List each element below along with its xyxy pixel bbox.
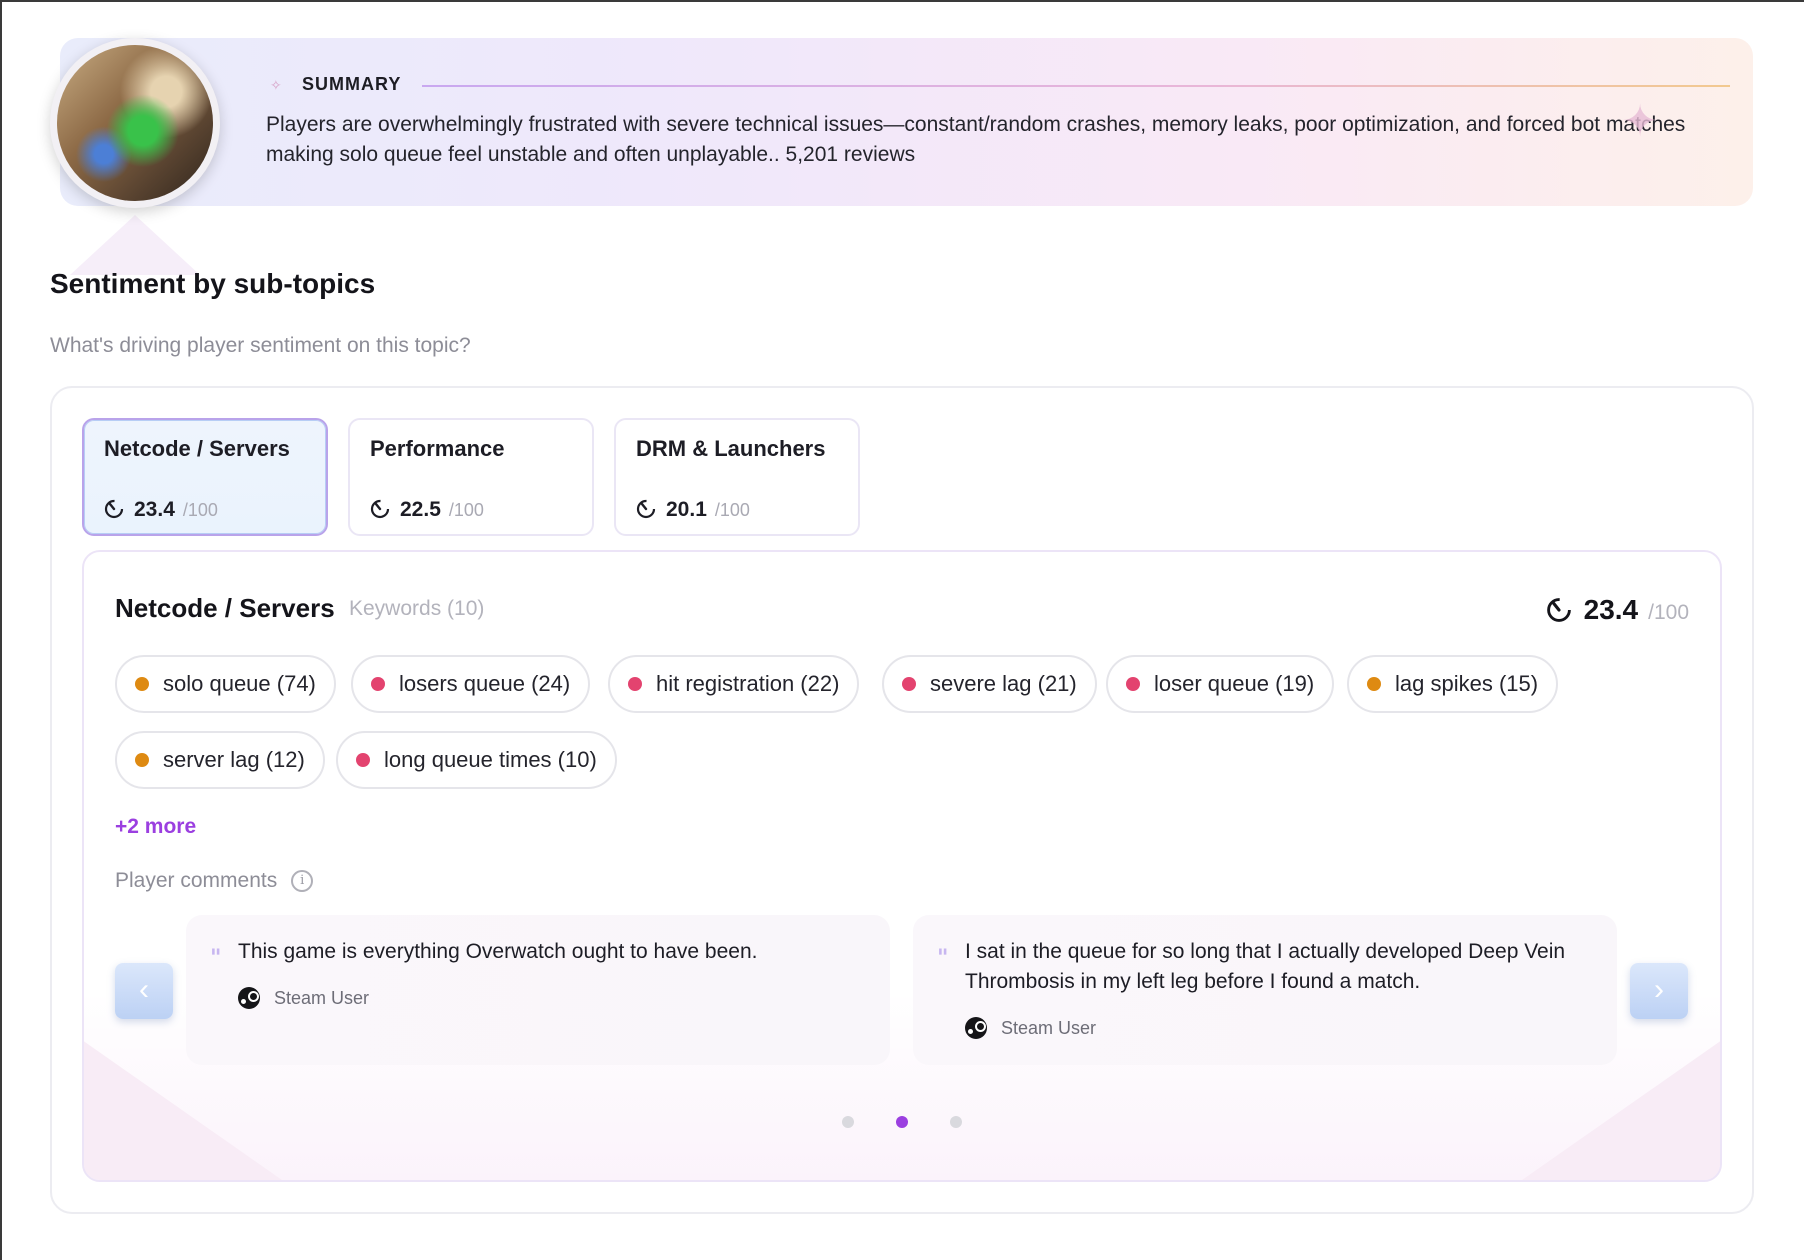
sentiment-dot <box>371 677 385 691</box>
comment-author-name: Steam User <box>1001 1017 1097 1038</box>
keyword-label: severe lag (21) <box>930 671 1077 696</box>
detail-score-max: /100 <box>1648 601 1689 624</box>
carousel-next-button[interactable]: › <box>1630 963 1688 1019</box>
tab-score-max: /100 <box>448 500 484 520</box>
tab-score: 20.1 <box>666 498 707 521</box>
keyword-label: long queue times (10) <box>384 747 597 772</box>
sentiment-dot <box>135 753 149 767</box>
sentiment-dot <box>135 677 149 691</box>
tab-name: Netcode / Servers <box>104 436 290 461</box>
keyword-label: solo queue (74) <box>163 671 316 696</box>
keywords-count: Keywords (10) <box>349 597 485 620</box>
detail-title: Netcode / Servers <box>115 593 335 623</box>
gauge-icon <box>1546 598 1571 622</box>
tab-score-row: 22.5 /100 <box>370 496 484 522</box>
keyword-chip[interactable]: losers queue (24) <box>351 655 591 713</box>
comment-card: " I sat in the queue for so long that I … <box>913 915 1617 1065</box>
detail-score: 23.4 /100 <box>1546 593 1689 626</box>
player-comments-heading: Player comments i <box>115 869 314 893</box>
tab-score-row: 23.4 /100 <box>104 496 218 522</box>
keyword-chip[interactable]: severe lag (21) <box>882 655 1097 713</box>
tab-score-row: 20.1 /100 <box>636 496 750 522</box>
gauge-icon <box>636 499 656 519</box>
keyword-label: hit registration (22) <box>656 671 840 696</box>
gauge-icon <box>370 499 390 519</box>
sentiment-dot <box>1367 677 1381 691</box>
chevron-right-icon: › <box>1654 973 1664 1006</box>
tab-score: 22.5 <box>400 498 441 521</box>
keyword-chip[interactable]: loser queue (19) <box>1106 655 1335 713</box>
tab-name: DRM & Launchers <box>636 436 826 461</box>
quote-icon: " <box>210 945 222 971</box>
comment-card: " This game is everything Overwatch ough… <box>186 915 890 1065</box>
quote-icon: " <box>937 945 949 971</box>
keyword-label: losers queue (24) <box>399 671 571 696</box>
comment-author-name: Steam User <box>274 987 370 1008</box>
avatar-pointer <box>70 215 200 275</box>
info-icon[interactable]: i <box>291 870 314 892</box>
summary-divider <box>422 85 1730 87</box>
steam-icon <box>238 987 260 1009</box>
comment-author: Steam User <box>238 987 369 1009</box>
tab-name: Performance <box>370 436 505 461</box>
detail-score-value: 23.4 <box>1583 594 1639 625</box>
keyword-chip[interactable]: long queue times (10) <box>336 731 617 789</box>
sparkle-icon: ✧ <box>270 76 282 93</box>
tab-score: 23.4 <box>134 498 175 521</box>
carousel-page-dot[interactable] <box>842 1116 854 1128</box>
keyword-chip[interactable]: hit registration (22) <box>608 655 860 713</box>
tab-netcode-servers[interactable]: Netcode / Servers 23.4 /100 <box>82 418 328 536</box>
game-avatar-image <box>57 45 213 201</box>
steam-icon <box>965 1017 987 1039</box>
comment-text: I sat in the queue for so long that I ac… <box>965 940 1566 993</box>
summary-header: ✧ SUMMARY <box>270 74 401 95</box>
comment-author: Steam User <box>965 1017 1096 1039</box>
sentiment-dot <box>628 677 642 691</box>
keyword-chip[interactable]: solo queue (74) <box>115 655 336 713</box>
keyword-chip[interactable]: lag spikes (15) <box>1347 655 1559 713</box>
more-keywords-link[interactable]: +2 more <box>115 815 196 839</box>
subtopic-detail-card <box>82 550 1722 1182</box>
keyword-label: server lag (12) <box>163 747 305 772</box>
gauge-icon <box>104 499 124 519</box>
sentiment-dot <box>1126 677 1140 691</box>
keyword-chip[interactable]: server lag (12) <box>115 731 325 789</box>
section-subtitle: What's driving player sentiment on this … <box>50 334 471 357</box>
carousel-page-dot-active[interactable] <box>896 1116 908 1128</box>
decorative-sparkle-icon: ✦ <box>1621 97 1659 146</box>
summary-title: SUMMARY <box>302 74 402 94</box>
tab-score-max: /100 <box>714 500 750 520</box>
comment-text: This game is everything Overwatch ought … <box>238 940 758 963</box>
sentiment-dot <box>356 753 370 767</box>
keyword-label: lag spikes (15) <box>1395 671 1539 696</box>
game-avatar <box>50 38 220 208</box>
sentiment-dot <box>902 677 916 691</box>
tab-performance[interactable]: Performance 22.5 /100 <box>348 418 594 536</box>
keyword-label: loser queue (19) <box>1154 671 1315 696</box>
player-comments-label: Player comments <box>115 869 278 892</box>
section-title: Sentiment by sub-topics <box>50 268 376 299</box>
summary-text: Players are overwhelmingly frustrated wi… <box>266 113 1686 166</box>
chevron-left-icon: ‹ <box>139 973 149 1006</box>
carousel-prev-button[interactable]: ‹ <box>115 963 173 1019</box>
tab-drm-launchers[interactable]: DRM & Launchers 20.1 /100 <box>614 418 860 536</box>
carousel-page-dot[interactable] <box>950 1116 962 1128</box>
tab-score-max: /100 <box>182 500 218 520</box>
